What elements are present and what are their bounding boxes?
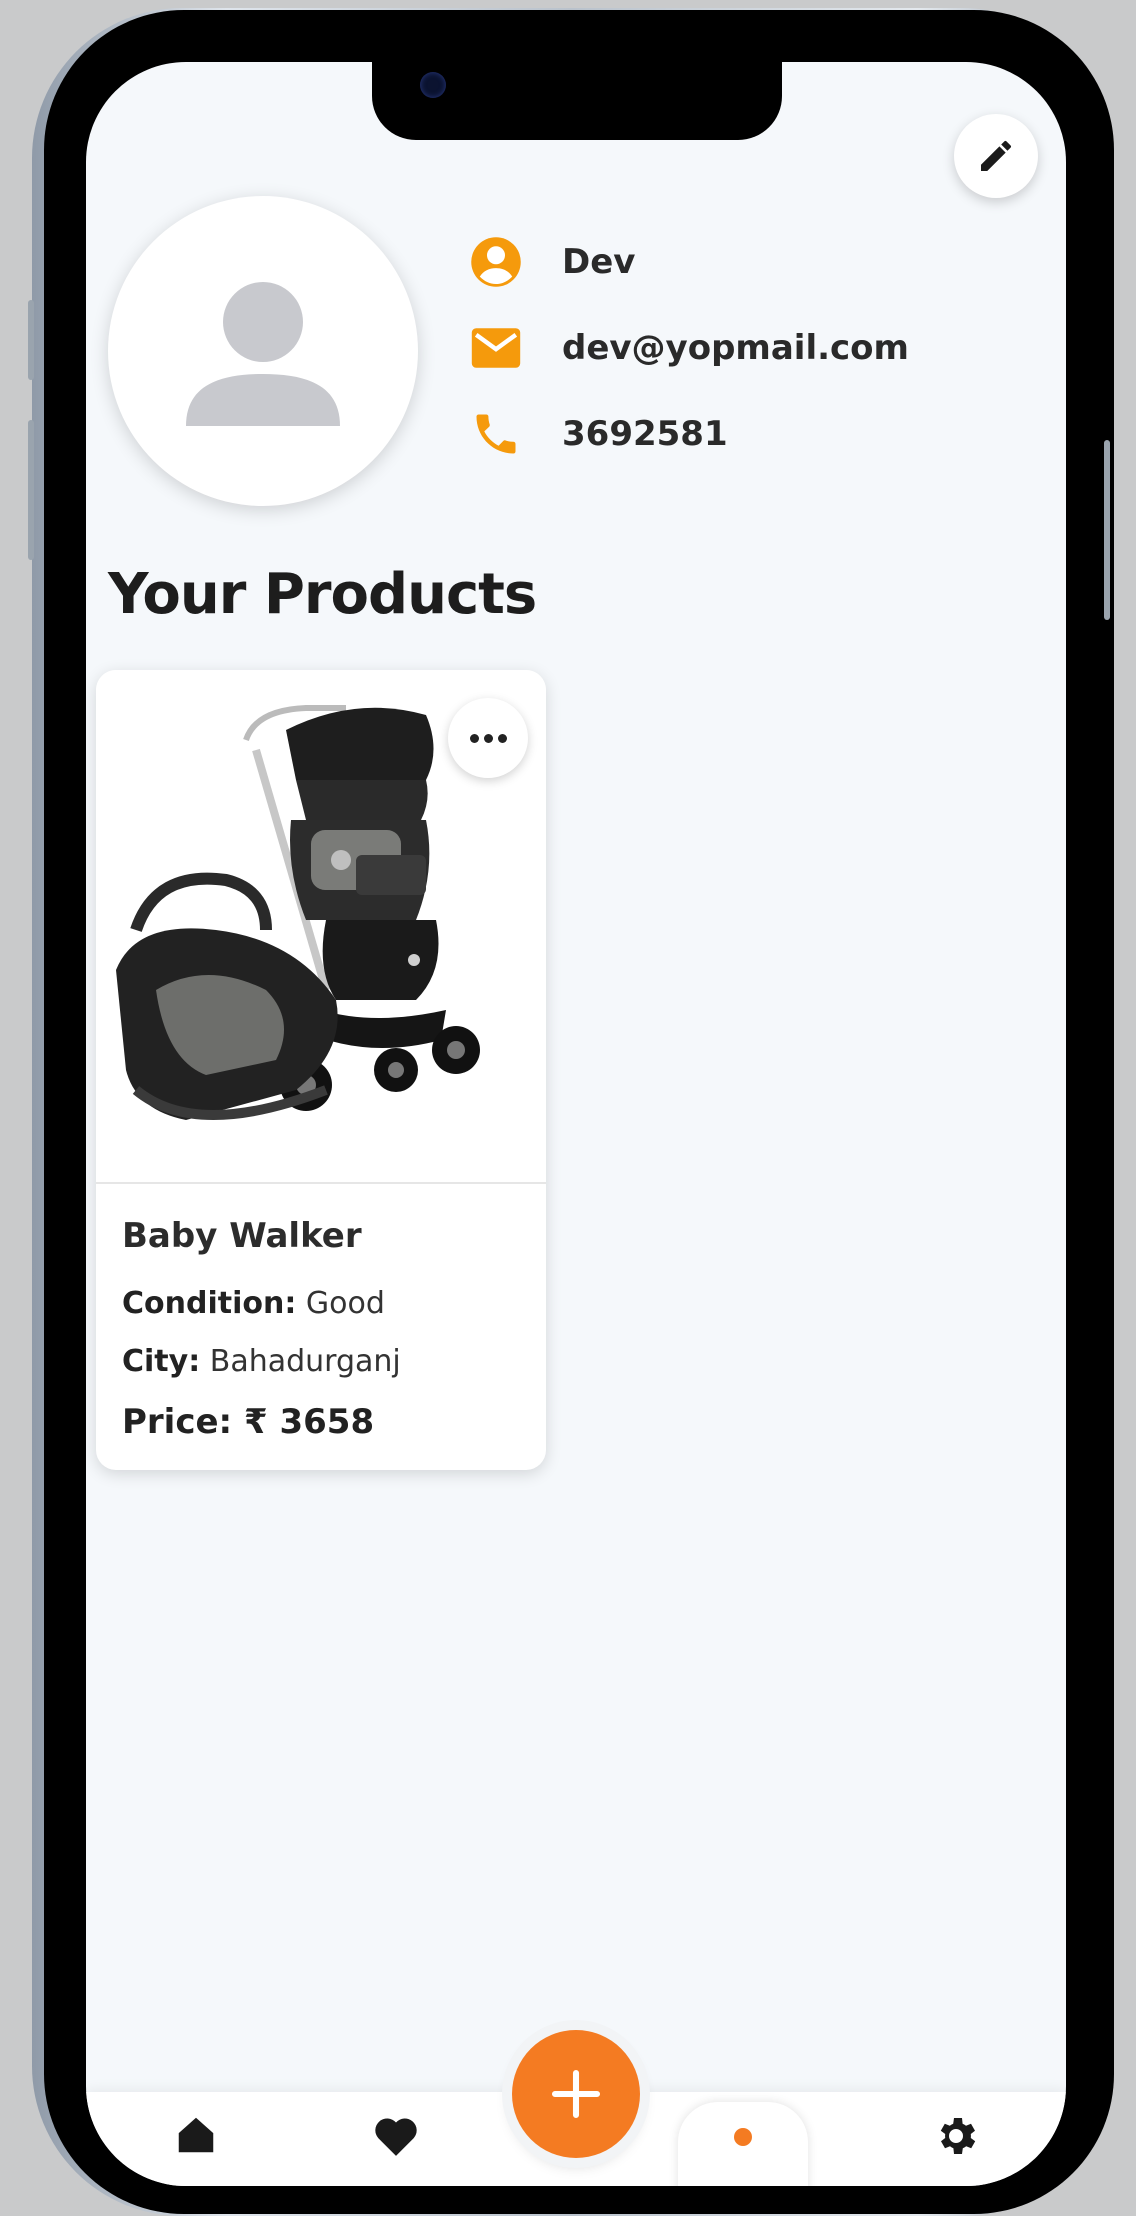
- city-value: Bahadurganj: [209, 1344, 401, 1379]
- phone-icon: [468, 406, 524, 462]
- price-label: Price:: [122, 1402, 233, 1442]
- plus-icon: [551, 2069, 601, 2119]
- side-button: [1104, 440, 1110, 620]
- settings-icon: [940, 2118, 976, 2154]
- camera-icon: [420, 72, 446, 98]
- side-button: [28, 300, 34, 380]
- add-product-button[interactable]: [512, 2030, 640, 2158]
- profile-email-row: dev@yopmail.com: [468, 318, 909, 378]
- more-options-button[interactable]: [448, 698, 528, 778]
- app-screen: Dev dev@yopmail.com 3692581 Your Product…: [86, 62, 1066, 2186]
- profile-email: dev@yopmail.com: [562, 328, 909, 368]
- condition-label: Condition:: [122, 1286, 297, 1321]
- device-notch: [372, 62, 782, 140]
- product-condition: Condition: Good: [122, 1286, 385, 1321]
- more-dot: [497, 733, 507, 743]
- profile-name: Dev: [562, 242, 636, 282]
- avatar[interactable]: [108, 196, 418, 506]
- condition-value: Good: [305, 1286, 385, 1321]
- product-price: Price: ₹ 3658: [122, 1402, 374, 1442]
- nav-home[interactable]: [166, 2112, 226, 2172]
- product-card[interactable]: Baby Walker Condition: Good City: Bahadu…: [96, 670, 546, 1470]
- profile-phone: 3692581: [562, 414, 728, 454]
- product-name: Baby Walker: [122, 1216, 362, 1256]
- nav-favorites[interactable]: [366, 2112, 426, 2172]
- mail-icon: [468, 320, 524, 376]
- edit-profile-button[interactable]: [954, 114, 1038, 198]
- more-dot: [483, 733, 493, 743]
- price-value: ₹ 3658: [244, 1402, 375, 1442]
- profile-icon: [734, 2128, 752, 2146]
- profile-name-row: Dev: [468, 232, 635, 292]
- home-icon: [178, 2117, 214, 2153]
- section-title: Your Products: [108, 562, 537, 627]
- side-button: [28, 420, 34, 560]
- heart-icon: [375, 2118, 417, 2156]
- account-circle-icon: [468, 234, 524, 290]
- user-placeholder-icon: [186, 282, 340, 426]
- nav-settings[interactable]: [926, 2112, 986, 2172]
- profile-phone-row: 3692581: [468, 404, 728, 464]
- city-label: City:: [122, 1344, 201, 1379]
- pencil-icon: [981, 140, 1011, 171]
- nav-profile[interactable]: [678, 2102, 808, 2186]
- product-city: City: Bahadurganj: [122, 1344, 401, 1379]
- more-dot: [469, 733, 479, 743]
- product-image[interactable]: [96, 670, 546, 1184]
